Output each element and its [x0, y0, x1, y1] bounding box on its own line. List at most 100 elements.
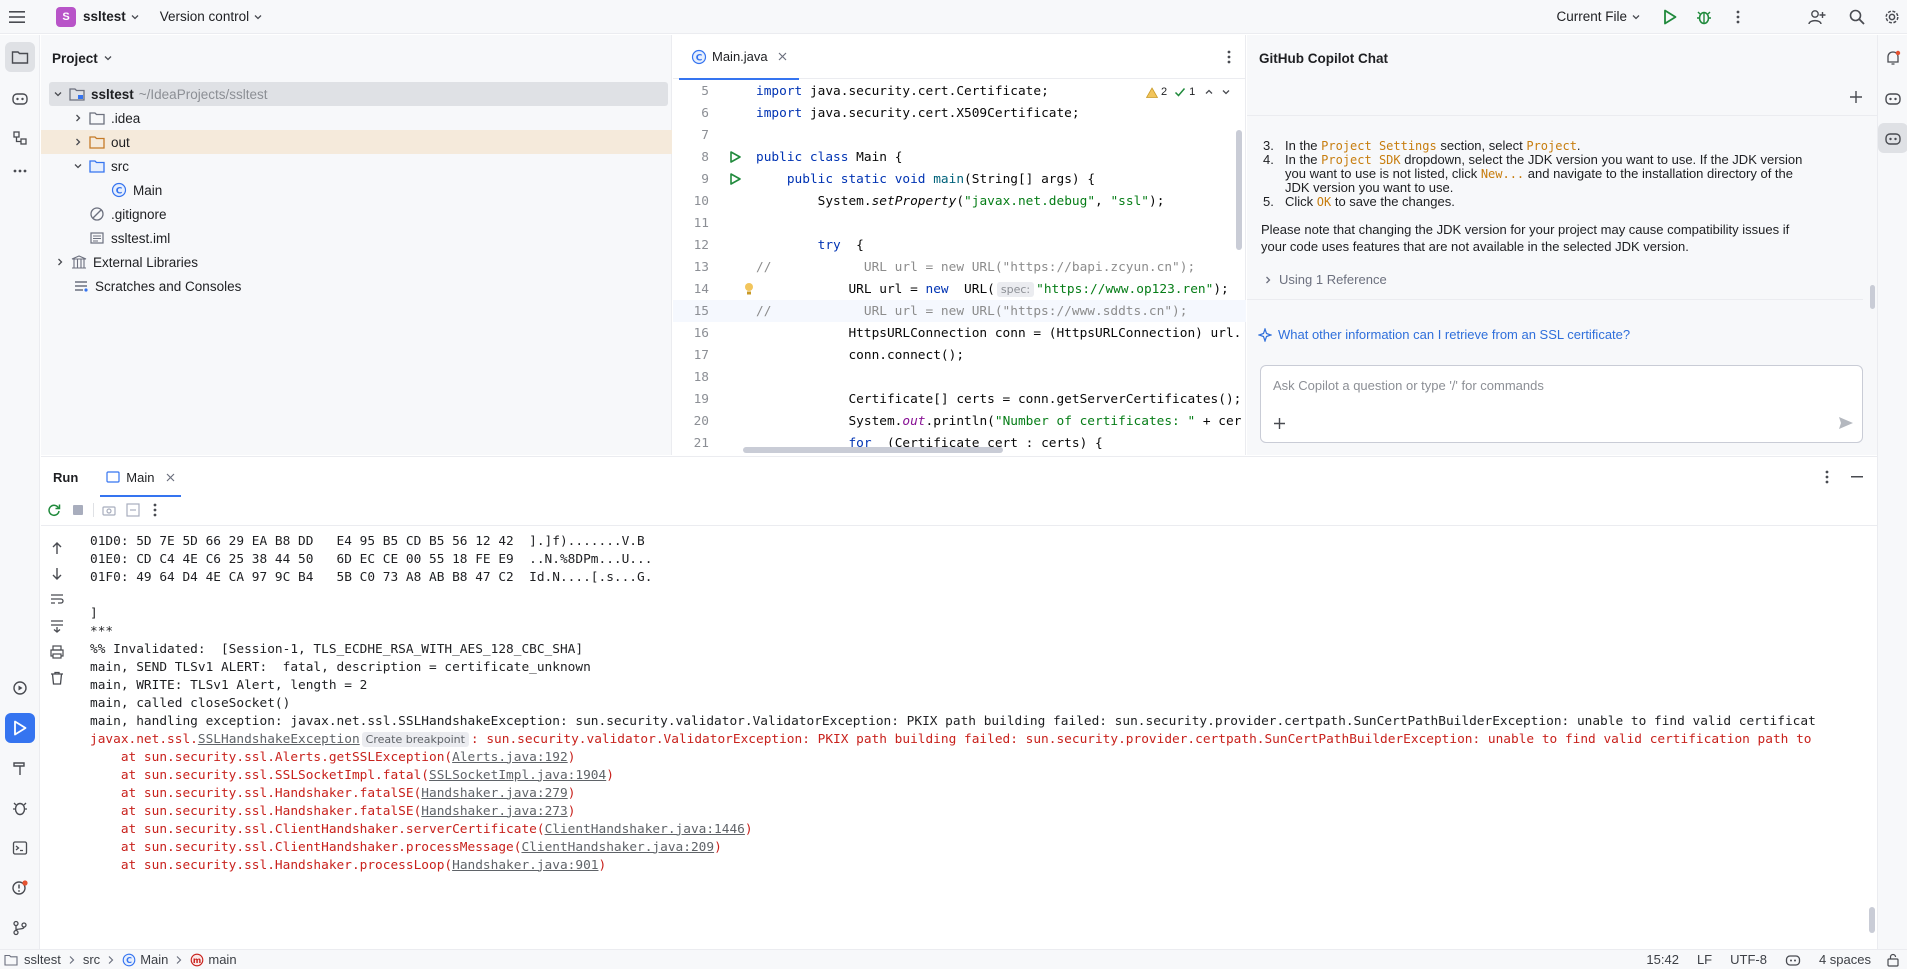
exception-class-link[interactable]: SSLHandshakeException	[198, 732, 360, 747]
line-number[interactable]: 13	[673, 260, 713, 275]
chevron-right-icon[interactable]	[71, 137, 85, 147]
run-button[interactable]	[1653, 0, 1687, 34]
line-number[interactable]: 16	[673, 326, 713, 341]
code-line[interactable]: 15 // URL url = new URL("https://www.sddt…	[673, 300, 1246, 322]
line-number[interactable]: 19	[673, 392, 713, 407]
line-number[interactable]: 18	[673, 370, 713, 385]
tree-item-idea[interactable]: .idea	[41, 106, 672, 130]
line-number[interactable]: 17	[673, 348, 713, 363]
copilot-scrollbar[interactable]	[1870, 285, 1875, 309]
stop-icon[interactable]	[69, 504, 87, 516]
run-configuration-selector[interactable]: Current File	[1550, 0, 1647, 34]
copilot-status-icon[interactable]	[1785, 953, 1801, 967]
inspection-widget[interactable]: 2 1	[1146, 83, 1232, 101]
chevron-right-icon[interactable]	[71, 113, 85, 123]
more-actions-button[interactable]	[1721, 0, 1755, 34]
gutter-intention[interactable]	[713, 282, 756, 296]
stack-frame-link[interactable]: Alerts.java:192	[452, 750, 568, 765]
line-number[interactable]: 10	[673, 194, 713, 209]
stack-frame-link[interactable]: ClientHandshaker.java:1446	[545, 822, 745, 837]
debug-button[interactable]	[1687, 0, 1721, 34]
tree-item-out[interactable]: out	[41, 130, 672, 154]
line-number[interactable]: 8	[673, 150, 713, 165]
lock-open-icon[interactable]	[1887, 953, 1899, 967]
tree-item-src[interactable]: src	[41, 154, 672, 178]
code-line[interactable]: 7	[673, 124, 1246, 146]
code-line[interactable]: 19 Certificate[] certs = conn.getServerC…	[673, 388, 1246, 410]
breadcrumb-item[interactable]: main	[208, 952, 236, 967]
chevron-down-icon[interactable]	[1221, 87, 1231, 97]
services-tool-button[interactable]	[5, 673, 35, 703]
tree-item-iml[interactable]: ssltest.iml	[41, 226, 672, 250]
gutter-run-button[interactable]	[713, 173, 756, 185]
copilot-chat-button[interactable]	[1878, 123, 1907, 153]
line-number[interactable]: 15	[673, 304, 713, 319]
more-vertical-icon[interactable]	[1227, 50, 1231, 64]
breadcrumb-item[interactable]: Main	[140, 952, 168, 967]
close-icon[interactable]	[166, 473, 175, 482]
terminal-tool-button[interactable]	[5, 833, 35, 863]
create-breakpoint-button[interactable]: Create breakpoint	[361, 731, 469, 747]
stack-frame-link[interactable]: Handshaker.java:279	[421, 786, 567, 801]
line-number[interactable]: 14	[673, 282, 713, 297]
line-number[interactable]: 9	[673, 172, 713, 187]
minimize-icon[interactable]	[1851, 476, 1863, 478]
structure-tool-button[interactable]	[5, 123, 35, 153]
code-line[interactable]: 8 public class Main {	[673, 146, 1246, 168]
close-icon[interactable]	[778, 52, 787, 61]
notifications-button[interactable]	[1878, 43, 1907, 73]
project-panel-header[interactable]: Project	[41, 35, 671, 81]
problems-tool-button[interactable]	[5, 873, 35, 903]
code-line[interactable]: 9 public static void main(String[] args)…	[673, 168, 1246, 190]
editor-vertical-scrollbar[interactable]	[1236, 130, 1242, 250]
file-encoding[interactable]: UTF-8	[1730, 952, 1767, 967]
stack-frame-link[interactable]: SSLSocketImpl.java:1904	[429, 768, 606, 783]
debug-tool-button[interactable]	[5, 793, 35, 823]
chevron-up-icon[interactable]	[1204, 87, 1214, 97]
attach-plus-icon[interactable]	[1273, 417, 1286, 430]
main-menu-button[interactable]	[0, 0, 38, 34]
run-tool-button[interactable]	[5, 713, 35, 743]
line-number[interactable]: 21	[673, 436, 713, 451]
copilot-tool-button[interactable]	[5, 83, 35, 113]
more-tools-button[interactable]	[5, 156, 35, 186]
references-toggle[interactable]: Using 1 Reference	[1263, 272, 1387, 287]
camera-icon[interactable]	[100, 504, 118, 516]
code-line[interactable]: 12 try {	[673, 234, 1246, 256]
code-with-me-button[interactable]	[1797, 0, 1837, 34]
console-output[interactable]: 01D0: 5D 7E 5D 66 29 EA B8 DD E4 95 B5 C…	[41, 526, 1877, 950]
line-number[interactable]: 6	[673, 106, 713, 121]
more-vertical-icon[interactable]	[1825, 470, 1829, 484]
copilot-input-box[interactable]: Ask Copilot a question or type '/' for c…	[1260, 365, 1863, 443]
code-line[interactable]: 16 HttpsURLConnection conn = (HttpsURLCo…	[673, 322, 1246, 344]
line-number[interactable]: 12	[673, 238, 713, 253]
tree-item-main[interactable]: C Main	[41, 178, 672, 202]
line-separator[interactable]: LF	[1697, 952, 1712, 967]
console-scrollbar[interactable]	[1869, 907, 1875, 933]
run-tab-main[interactable]: Main	[96, 457, 185, 497]
code-line[interactable]: 11	[673, 212, 1246, 234]
more-vertical-icon[interactable]	[148, 503, 162, 517]
settings-button[interactable]	[1877, 0, 1907, 34]
code-line[interactable]: 17 conn.connect();	[673, 344, 1246, 366]
stack-frame-link[interactable]: Handshaker.java:273	[421, 804, 567, 819]
tree-item-external-libraries[interactable]: External Libraries	[41, 250, 672, 274]
tree-item-ssltest[interactable]: ssltest ~/IdeaProjects/ssltest	[49, 82, 668, 106]
project-switcher[interactable]: S ssltest	[50, 0, 146, 34]
version-control-menu[interactable]: Version control	[154, 0, 269, 34]
search-everywhere-button[interactable]	[1837, 0, 1877, 34]
chevron-right-icon[interactable]	[53, 257, 67, 267]
send-icon[interactable]	[1838, 416, 1854, 430]
code-line[interactable]: 10 System.setProperty("javax.net.debug",…	[673, 190, 1246, 212]
chevron-down-icon[interactable]	[51, 89, 65, 99]
suggested-question[interactable]: What other information can I retrieve fr…	[1258, 327, 1630, 342]
new-chat-plus-icon[interactable]	[1849, 90, 1863, 104]
line-number[interactable]: 5	[673, 84, 713, 99]
line-number[interactable]: 7	[673, 128, 713, 143]
copilot-input[interactable]: Ask Copilot a question or type '/' for c…	[1273, 378, 1544, 393]
chevron-down-icon[interactable]	[71, 161, 85, 171]
copilot-right-button[interactable]	[1878, 83, 1907, 113]
code-area[interactable]: 5 import java.security.cert.Certificate; 6…	[673, 80, 1246, 455]
tree-item-scratches[interactable]: Scratches and Consoles	[41, 274, 672, 298]
code-line[interactable]: 14 URL url = new URL(spec: "https://www.o…	[673, 278, 1246, 300]
